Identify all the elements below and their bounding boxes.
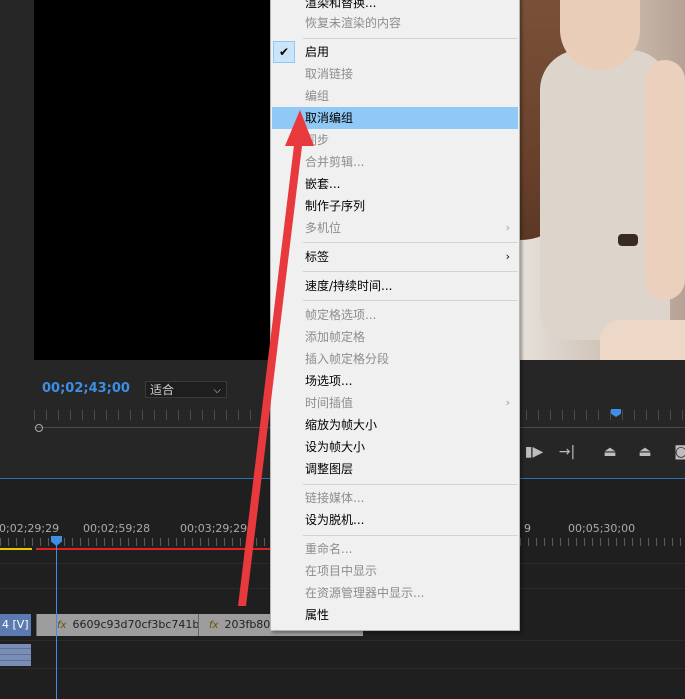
- menu-item-label: 嵌套...: [305, 177, 341, 191]
- time-tick: 9: [524, 522, 531, 535]
- menu-item-adjustment-layer[interactable]: 调整图层: [272, 458, 518, 480]
- menu-item-label: 合并剪辑...: [305, 155, 365, 169]
- menu-item-restore-unrendered[interactable]: 恢复未渲染的内容: [272, 12, 518, 34]
- menu-item-label: 添加帧定格: [305, 330, 366, 344]
- menu-item-label: 取消链接: [305, 67, 354, 81]
- menu-item-multicam[interactable]: 多机位 ›: [272, 217, 518, 239]
- chevron-right-icon: ›: [505, 221, 510, 234]
- image-arm: [645, 60, 685, 300]
- menu-item-group[interactable]: 编组: [272, 85, 518, 107]
- menu-item-rename[interactable]: 重命名...: [272, 538, 518, 560]
- lift-icon[interactable]: ⏏: [598, 444, 622, 460]
- menu-item-field-options[interactable]: 场选项...: [272, 370, 518, 392]
- render-bar-red: [36, 548, 272, 550]
- menu-item-insert-frame-hold-segment[interactable]: 插入帧定格分段: [272, 348, 518, 370]
- menu-separator: [303, 484, 518, 485]
- menu-item-label: 取消编组: [305, 111, 354, 125]
- insert-icon[interactable]: →|: [555, 444, 579, 460]
- clip-name: 203fb80c: [224, 618, 277, 631]
- menu-item-label-submenu[interactable]: 标签 ›: [272, 246, 518, 268]
- menu-item-merge-clips[interactable]: 合并剪辑...: [272, 151, 518, 173]
- camera-icon[interactable]: ◙: [669, 444, 685, 460]
- fx-icon: fx: [57, 620, 67, 631]
- menu-item-label: 时间插值: [305, 396, 354, 410]
- image-leg: [600, 320, 685, 360]
- menu-item-label: 设为脱机...: [305, 513, 365, 527]
- menu-item-label: 同步: [305, 133, 330, 147]
- menu-item-ungroup[interactable]: 取消编组: [272, 107, 518, 129]
- menu-item-label: 编组: [305, 89, 330, 103]
- menu-item-label: 场选项...: [305, 374, 353, 388]
- audio-clip[interactable]: [0, 644, 31, 666]
- menu-item-label: 在项目中显示: [305, 564, 378, 578]
- extract-icon[interactable]: ⏏: [633, 444, 657, 460]
- chevron-right-icon: ›: [505, 396, 510, 409]
- menu-item-make-offline[interactable]: 设为脱机...: [272, 509, 518, 531]
- time-tick: 00;03;29;29: [180, 522, 248, 535]
- menu-item-speed-duration[interactable]: 速度/持续时间...: [272, 275, 518, 297]
- menu-item-label: 标签: [305, 250, 330, 264]
- render-bar-yellow: [0, 548, 32, 550]
- image-watch: [618, 234, 638, 246]
- track-divider: [0, 668, 685, 669]
- video-clip[interactable]: fx 6609c93d70cf3bc741b62: [36, 614, 198, 636]
- menu-item-label: 属性: [305, 608, 330, 622]
- menu-separator: [303, 271, 518, 272]
- chevron-down-icon: ⌵: [213, 385, 221, 396]
- menu-item-label: 制作子序列: [305, 199, 366, 213]
- menu-item-reveal-in-project[interactable]: 在项目中显示: [272, 560, 518, 582]
- menu-item-nest[interactable]: 嵌套...: [272, 173, 518, 195]
- menu-item-label: 速度/持续时间...: [305, 279, 393, 293]
- menu-item-label: 链接媒体...: [305, 491, 365, 505]
- menu-item-label: 帧定格选项...: [305, 308, 377, 322]
- menu-item-reveal-in-explorer[interactable]: 在资源管理器中显示...: [272, 582, 518, 604]
- menu-item-label: 缩放为帧大小: [305, 418, 378, 432]
- menu-item-make-subsequence[interactable]: 制作子序列: [272, 195, 518, 217]
- menu-item-add-frame-hold[interactable]: 添加帧定格: [272, 326, 518, 348]
- menu-item-label: 启用: [305, 45, 330, 59]
- fx-icon: fx: [209, 620, 219, 631]
- menu-item-time-interpolation[interactable]: 时间插值 ›: [272, 392, 518, 414]
- menu-item-synchronize[interactable]: 同步: [272, 129, 518, 151]
- fit-label: 适合: [150, 383, 175, 397]
- menu-item-label: 设为帧大小: [305, 440, 366, 454]
- check-icon: ✔: [273, 41, 295, 63]
- menu-item-label: 多机位: [305, 221, 342, 235]
- playhead-line: [56, 544, 57, 699]
- menu-item-enable[interactable]: ✔ 启用: [272, 41, 518, 63]
- menu-item-scale-to-frame-size[interactable]: 缩放为帧大小: [272, 414, 518, 436]
- time-tick: 00;02;29;29: [0, 522, 60, 535]
- menu-separator: [303, 242, 518, 243]
- menu-separator: [303, 535, 518, 536]
- play-step-icon[interactable]: ▮▶: [522, 444, 546, 460]
- menu-item-label: 插入帧定格分段: [305, 352, 390, 366]
- menu-item-frame-hold-options[interactable]: 帧定格选项...: [272, 304, 518, 326]
- playhead-timecode[interactable]: 00;02;43;00: [42, 381, 130, 396]
- time-tick: 00;02;59;28: [83, 522, 151, 535]
- menu-item-label: 重命名...: [305, 542, 353, 556]
- fit-dropdown[interactable]: 适合 ⌵: [145, 381, 227, 398]
- menu-item-properties[interactable]: 属性: [272, 604, 518, 626]
- clip-name: 6609c93d70cf3bc741b62: [72, 618, 198, 631]
- scrub-start-handle[interactable]: [35, 424, 43, 432]
- menu-item-label: 恢复未渲染的内容: [305, 16, 402, 30]
- menu-item-set-to-frame-size[interactable]: 设为帧大小: [272, 436, 518, 458]
- track-divider: [0, 640, 685, 641]
- menu-item-unlink[interactable]: 取消链接: [272, 63, 518, 85]
- menu-item-label: 在资源管理器中显示...: [305, 586, 425, 600]
- menu-separator: [303, 38, 518, 39]
- menu-item-link-media[interactable]: 链接媒体...: [272, 487, 518, 509]
- chevron-right-icon: ›: [505, 250, 510, 263]
- video-clip-label[interactable]: 4 [V]: [0, 614, 31, 636]
- menu-separator: [303, 300, 518, 301]
- time-tick: 00;05;30;00: [568, 522, 636, 535]
- menu-item-label: 调整图层: [305, 462, 354, 476]
